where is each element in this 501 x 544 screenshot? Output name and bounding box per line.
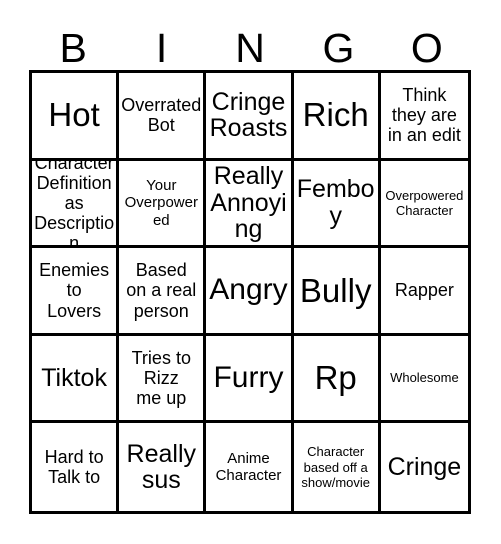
bingo-cell-o5[interactable]: Cringe <box>380 423 468 511</box>
bingo-cell-i4[interactable]: Tries to Rizz me up <box>119 335 207 424</box>
bingo-cell-o3[interactable]: Rapper <box>380 248 468 336</box>
bingo-cell-label: Think they are in an edit <box>387 85 461 146</box>
bingo-cell-label: Rich <box>302 96 369 134</box>
bingo-cell-g1[interactable]: Rich <box>293 73 381 161</box>
bingo-card: B I N G O Hot Overrated Bot Cringe Roasts R… <box>0 0 501 544</box>
bingo-header-letter-o: O <box>410 25 443 71</box>
bingo-cell-label: Anime Character <box>215 449 282 485</box>
bingo-cell-n2[interactable]: Really Annoying <box>206 160 294 249</box>
bingo-cell-b3[interactable]: Enemies to Lovers <box>32 248 120 336</box>
bingo-cell-label: Really sus <box>126 439 197 495</box>
bingo-cell-g2[interactable]: Femboy <box>293 160 381 249</box>
bingo-cell-label: Overrated Bot <box>121 95 202 136</box>
bingo-cell-g4[interactable]: Rp <box>293 335 381 424</box>
bingo-cell-i2[interactable]: Your Overpowered <box>119 160 207 249</box>
bingo-cell-label: Hard to Talk to <box>44 447 104 488</box>
bingo-cell-label: Character Definition as Description <box>34 160 115 249</box>
bingo-cell-i1[interactable]: Overrated Bot <box>119 73 207 161</box>
bingo-cell-g5[interactable]: Character based off a show/movie <box>293 423 381 511</box>
bingo-header-row: B I N G O <box>29 18 471 70</box>
bingo-cell-b5[interactable]: Hard to Talk to <box>32 423 120 511</box>
bingo-cell-o4[interactable]: Wholesome <box>380 335 468 424</box>
bingo-cell-label: Femboy <box>296 175 375 230</box>
bingo-cell-n1[interactable]: Cringe Roasts <box>206 73 294 161</box>
bingo-header-letter-i: I <box>155 25 168 71</box>
bingo-cell-o2[interactable]: Overpowered Character <box>380 160 468 249</box>
bingo-header-letter-n: N <box>235 25 265 71</box>
bingo-grid: Hot Overrated Bot Cringe Roasts Rich Think t… <box>29 70 471 514</box>
bingo-cell-label: Overpowered Character <box>385 187 464 218</box>
bingo-cell-b4[interactable]: Tiktok <box>32 335 120 424</box>
bingo-cell-label: Really Annoying <box>210 162 287 244</box>
bingo-cell-label: Wholesome <box>390 370 459 386</box>
bingo-cell-label: Angry <box>209 273 288 307</box>
bingo-cell-label: Rp <box>314 359 357 397</box>
bingo-cell-label: Cringe Roasts <box>209 87 288 143</box>
bingo-cell-label: Hot <box>48 96 100 134</box>
bingo-cell-n5[interactable]: Anime Character <box>206 423 294 511</box>
bingo-cell-o1[interactable]: Think they are in an edit <box>380 73 468 161</box>
bingo-cell-label: Character based off a show/movie <box>301 444 371 490</box>
bingo-header-letter-g: G <box>322 25 355 71</box>
bingo-header-letter-b: B <box>59 25 87 71</box>
bingo-cell-i5[interactable]: Really sus <box>119 423 207 511</box>
bingo-cell-g3[interactable]: Bully <box>293 248 381 336</box>
bingo-cell-label: Enemies to Lovers <box>39 260 110 321</box>
bingo-cell-b1[interactable]: Hot <box>32 73 120 161</box>
bingo-cell-label: Your Overpowered <box>124 176 198 229</box>
bingo-cell-label: Tiktok <box>41 363 107 392</box>
bingo-cell-i3[interactable]: Based on a real person <box>119 248 207 336</box>
bingo-cell-label: Bully <box>299 271 372 309</box>
bingo-cell-b2[interactable]: Character Definition as Description <box>32 160 120 249</box>
bingo-cell-n4[interactable]: Furry <box>206 335 294 424</box>
bingo-cell-label: Based on a real person <box>126 260 197 321</box>
bingo-cell-label: Furry <box>213 360 284 394</box>
bingo-cell-label: Rapper <box>394 280 454 301</box>
bingo-cell-n3[interactable]: Angry <box>206 248 294 336</box>
bingo-cell-label: Cringe <box>387 452 462 481</box>
bingo-cell-label: Tries to Rizz me up <box>131 347 191 409</box>
